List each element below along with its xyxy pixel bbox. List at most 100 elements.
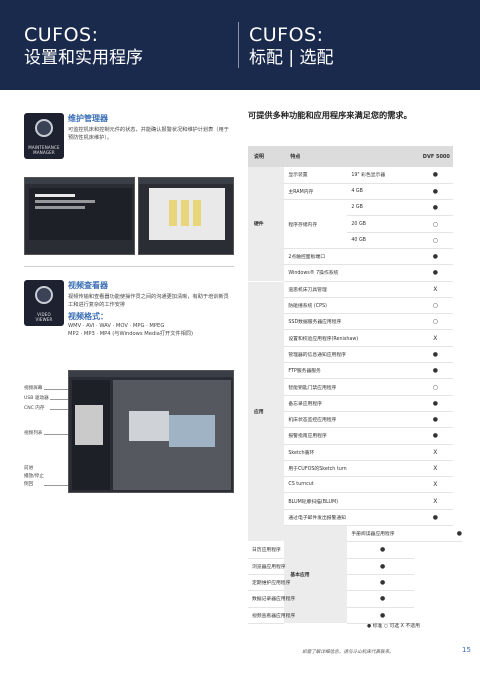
- screen-row: [35, 200, 95, 203]
- feature-cell: 数据记录器应用程序: [248, 590, 348, 608]
- spec-cell: 2 GB: [347, 199, 414, 217]
- availability-cell: ●: [413, 199, 453, 217]
- header-right-title: CUFOS:: [249, 24, 324, 46]
- availability-cell: ●: [413, 264, 453, 282]
- feature-cell: 设置和校验应用程序(Renishaw): [284, 329, 414, 347]
- video-formats-title: 视频格式：: [68, 312, 108, 321]
- feature-cell: FTP服务器服务: [284, 362, 414, 380]
- availability-cell: ●: [413, 183, 453, 201]
- video-viewer-screenshot: [68, 370, 234, 493]
- screen-row: [35, 194, 75, 197]
- availability-cell: X: [413, 492, 453, 510]
- callout-line: [44, 389, 68, 390]
- header-right-subtitle: 标配 | 选配: [249, 48, 334, 68]
- availability-cell: ●: [347, 607, 414, 624]
- screen-titlebar: [25, 178, 134, 184]
- callout-cnc-memory: CNC 内存: [24, 406, 45, 411]
- header-feature: 特点: [284, 146, 348, 167]
- availability-cell: ●: [413, 248, 453, 266]
- availability-cell: X: [413, 329, 453, 347]
- availability-cell: ●: [413, 362, 453, 380]
- spec-cell: 20 GB: [347, 215, 414, 233]
- availability-cell: ○: [413, 215, 453, 233]
- feature-cell: 通过电子邮件发出报警通知: [284, 509, 414, 527]
- header-left-title: CUFOS:: [24, 24, 99, 46]
- feature-cell: 用于CUFOS的Sketch turn: [284, 460, 414, 478]
- availability-cell: ●: [413, 346, 453, 364]
- maintenance-screenshot-2: [138, 177, 234, 255]
- video-frame: [129, 411, 169, 441]
- feature-cell: Sketch循环: [284, 444, 414, 461]
- table-row: 数据记录器应用程序 ●: [248, 590, 462, 608]
- table-row: 日历应用程序 ●: [248, 541, 462, 559]
- maintenance-icon-caption-2: MANAGER: [33, 150, 55, 155]
- table-header-row: 说明 特点 DVF 5000: [248, 146, 462, 167]
- screen-row: [35, 206, 85, 209]
- callout-usb: USB 驱动器: [24, 396, 49, 401]
- callout-line: [50, 399, 68, 400]
- table-body: 硬件 显示装置 19" 彩色显示器 ● 主RAM内存 4 GB ● 程序存储内存 2 GB ● 20…: [248, 167, 462, 624]
- category-cell: 应用: [248, 281, 285, 543]
- header-left: CUFOS: 设置和实用程序: [24, 24, 143, 70]
- page-header: CUFOS: 设置和实用程序 CUFOS: 标配 | 选配: [0, 0, 480, 90]
- video-title: 视频查看器: [68, 281, 108, 290]
- availability-cell: ●: [413, 509, 453, 527]
- availability-cell: ●: [413, 167, 453, 184]
- table-row: 应用 道思机床刀具管理 X: [248, 281, 462, 543]
- header-left-subtitle: 设置和实用程序: [24, 48, 143, 68]
- availability-cell: ●: [347, 590, 414, 608]
- header-spec: [347, 146, 414, 167]
- feature-cell: SSD数据服务器应用程序: [284, 313, 414, 331]
- availability-cell: ○: [413, 232, 453, 249]
- page-number: 15: [462, 646, 471, 654]
- legend: ● 标准 ○ 可选 X 不适用: [367, 624, 420, 629]
- screen-graphic: [181, 200, 189, 226]
- availability-cell: ○: [413, 313, 453, 331]
- screen-graphic: [193, 200, 201, 226]
- availability-cell: ●: [413, 395, 453, 412]
- availability-cell: ○: [413, 378, 453, 396]
- feature-cell: 程序存储内存: [284, 199, 348, 249]
- video-description: 视频传输和查看器功能使操作员之间的沟通更加清晰，有助于培训新员工和进行复杂的工作…: [68, 294, 229, 308]
- feature-cell: 报警指南应用程序: [284, 427, 414, 445]
- feature-cell: BLUM轮廓扫描(BLUM): [284, 492, 414, 510]
- video-formats-line-2: MP2 · MP3 · MP4 (与Windows Media打开文件相同): [68, 331, 194, 337]
- availability-cell: X: [413, 460, 453, 478]
- feature-cell: 显示装置: [284, 167, 348, 184]
- availability-cell: X: [413, 476, 453, 494]
- maintenance-description: 可监控机床和控制元件的状态，并能确认报警状况和维护计划表（用于预防性机床维护）。: [68, 127, 229, 141]
- wrench-icon: [35, 119, 53, 137]
- header-dvf5000: DVF 5000: [413, 146, 453, 167]
- table-row: 视频查看器应用程序 ●: [248, 607, 462, 624]
- availability-cell: ●: [452, 525, 462, 543]
- callout-line: [50, 409, 68, 410]
- table-row: 浏览器应用程序 ●: [248, 558, 462, 575]
- video-viewer-icon: VIDEO VIEWER: [24, 280, 64, 326]
- feature-cell: 日历应用程序: [248, 541, 348, 559]
- callout-rewind: 倒回: [24, 482, 34, 487]
- availability-cell: ●: [347, 541, 414, 559]
- spec-table: 说明 特点 DVF 5000 硬件 显示装置 19" 彩色显示器 ● 主RAM内存 4 G…: [248, 146, 462, 624]
- feature-cell: 防碰撞系统 (CPS): [284, 297, 414, 315]
- availability-cell: ●: [413, 411, 453, 429]
- header-divider: [238, 22, 239, 68]
- availability-cell: X: [413, 281, 453, 298]
- availability-cell: ●: [347, 574, 414, 592]
- feature-cell: 主RAM内存: [284, 183, 348, 201]
- screen-titlebar: [69, 371, 233, 377]
- footer-note: 如需了解详细信息，请与斗山机床代表联系。: [302, 650, 394, 655]
- maintenance-manager-icon: MAINTENANCE MANAGER: [24, 113, 64, 159]
- spec-cell: 4 GB: [347, 183, 414, 201]
- feature-cell: 管理器的信息通知应用程序: [284, 346, 414, 364]
- category-cell: 硬件: [248, 167, 285, 282]
- feature-cell: 手册阅读器应用程序: [347, 525, 453, 543]
- feature-cell: Windows® 7操作系统: [284, 264, 414, 282]
- maintenance-title: 维护管理器: [68, 114, 108, 123]
- availability-cell: X: [413, 444, 453, 461]
- callout-video-screen: 视频屏幕: [24, 386, 43, 391]
- maintenance-screenshot-1: [24, 177, 135, 255]
- spec-cell: 40 GB: [347, 232, 414, 249]
- availability-cell: ●: [347, 558, 414, 575]
- video-icon-caption-2: VIEWER: [35, 317, 53, 322]
- table-row: 定期维护应用程序 ●: [248, 574, 462, 592]
